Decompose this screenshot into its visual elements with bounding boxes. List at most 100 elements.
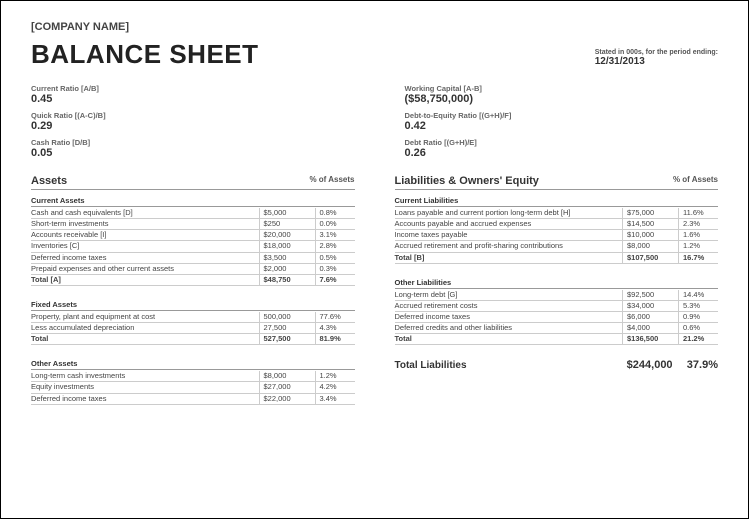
table-row: Prepaid expenses and other current asset… <box>31 264 355 275</box>
row-label: Equity investments <box>31 382 259 392</box>
row-value: $5,000 <box>259 208 315 218</box>
sub-block: Fixed AssetsProperty, plant and equipmen… <box>31 300 355 345</box>
table-row: Long-term debt [G]$92,50014.4% <box>395 290 719 301</box>
row-value: $3,500 <box>259 253 315 263</box>
sub-block: Other LiabilitiesLong-term debt [G]$92,5… <box>395 278 719 346</box>
ratio-value: 0.29 <box>31 120 345 132</box>
row-value: $136,500 <box>622 334 678 344</box>
sub-title: Current Liabilities <box>395 196 719 207</box>
row-value: $48,750 <box>259 275 315 285</box>
ratios-section: Current Ratio [A/B]0.45 Quick Ratio [(A-C… <box>31 84 718 165</box>
ratios-left: Current Ratio [A/B]0.45 Quick Ratio [(A-C… <box>31 84 345 165</box>
row-pct: 0.3% <box>315 264 355 274</box>
ratio-label: Cash Ratio [D/B] <box>31 138 345 147</box>
row-label: Total [B] <box>395 253 623 263</box>
row-value: $250 <box>259 219 315 229</box>
row-value: $107,500 <box>622 253 678 263</box>
row-label: Inventories [C] <box>31 241 259 251</box>
row-pct: 2.3% <box>678 219 718 229</box>
row-pct: 1.6% <box>678 230 718 240</box>
ratio-label: Debt Ratio [(G+H)/E] <box>405 138 719 147</box>
page-title: BALANCE SHEET <box>31 39 259 70</box>
sub-title: Other Assets <box>31 359 355 370</box>
row-label: Cash and cash equivalents [D] <box>31 208 259 218</box>
row-value: 27,500 <box>259 323 315 333</box>
header: [COMPANY NAME] BALANCE SHEET Stated in 0… <box>31 21 718 70</box>
sub-title: Fixed Assets <box>31 300 355 311</box>
table-row: Long-term cash investments$8,0001.2% <box>31 371 355 382</box>
table-row: Short-term investments$2500.0% <box>31 219 355 230</box>
table-row: Total [B]$107,50016.7% <box>395 253 719 264</box>
table-row: Deferred income taxes$3,5000.5% <box>31 253 355 264</box>
liabilities-groups: Current LiabilitiesLoans payable and cur… <box>395 196 719 345</box>
row-label: Deferred income taxes <box>31 394 259 404</box>
table-row: Cash and cash equivalents [D]$5,0000.8% <box>31 208 355 219</box>
row-label: Income taxes payable <box>395 230 623 240</box>
row-pct: 16.7% <box>678 253 718 263</box>
row-label: Accrued retirement and profit-sharing co… <box>395 241 623 251</box>
company-name: [COMPANY NAME] <box>31 21 259 33</box>
ratio-label: Working Capital [A-B] <box>405 84 719 93</box>
row-pct: 21.2% <box>678 334 718 344</box>
table-row: Total$136,50021.2% <box>395 334 719 345</box>
row-pct: 1.2% <box>678 241 718 251</box>
table-row: Deferred income taxes$6,0000.9% <box>395 312 719 323</box>
sub-block: Current AssetsCash and cash equivalents … <box>31 196 355 286</box>
sub-block: Current LiabilitiesLoans payable and cur… <box>395 196 719 264</box>
row-label: Short-term investments <box>31 219 259 229</box>
row-value: $22,000 <box>259 394 315 404</box>
row-pct: 0.0% <box>315 219 355 229</box>
row-label: Property, plant and equipment at cost <box>31 312 259 322</box>
row-label: Long-term debt [G] <box>395 290 623 300</box>
row-label: Deferred credits and other liabilities <box>395 323 623 333</box>
row-pct: 1.2% <box>315 371 355 381</box>
row-value: $20,000 <box>259 230 315 240</box>
table-row: Accounts receivable [I]$20,0003.1% <box>31 230 355 241</box>
liabilities-pct-header: % of Assets <box>673 175 718 187</box>
table-row: Income taxes payable$10,0001.6% <box>395 230 719 241</box>
row-pct: 81.9% <box>315 334 355 344</box>
ratio-value: 0.45 <box>31 93 345 105</box>
ratio-value: ($58,750,000) <box>405 93 719 105</box>
row-value: $18,000 <box>259 241 315 251</box>
row-pct: 2.8% <box>315 241 355 251</box>
ratio-label: Debt-to-Equity Ratio [(G+H)/F] <box>405 111 719 120</box>
row-pct: 0.5% <box>315 253 355 263</box>
ratio-value: 0.26 <box>405 147 719 159</box>
ratio-value: 0.05 <box>31 147 345 159</box>
row-pct: 4.2% <box>315 382 355 392</box>
row-pct: 0.8% <box>315 208 355 218</box>
ratio-item: Debt-to-Equity Ratio [(G+H)/F]0.42 <box>405 111 719 132</box>
balance-columns: Assets % of Assets Current AssetsCash an… <box>31 175 718 419</box>
row-value: 527,500 <box>259 334 315 344</box>
total-liabilities-value: $244,000 <box>627 359 673 371</box>
row-label: Loans payable and current portion long-t… <box>395 208 623 218</box>
row-label: Total [A] <box>31 275 259 285</box>
row-label: Prepaid expenses and other current asset… <box>31 264 259 274</box>
table-row: Property, plant and equipment at cost500… <box>31 312 355 323</box>
sub-block: Other AssetsLong-term cash investments$8… <box>31 359 355 404</box>
table-row: Equity investments$27,0004.2% <box>31 382 355 393</box>
row-value: $2,000 <box>259 264 315 274</box>
row-value: $10,000 <box>622 230 678 240</box>
row-label: Total <box>395 334 623 344</box>
assets-pct-header: % of Assets <box>309 175 354 187</box>
ratio-label: Quick Ratio [(A-C)/B] <box>31 111 345 120</box>
sub-title: Current Assets <box>31 196 355 207</box>
row-pct: 3.1% <box>315 230 355 240</box>
period-label: Stated in 000s, for the period ending: <box>595 49 718 56</box>
row-value: $34,000 <box>622 301 678 311</box>
row-pct: 3.4% <box>315 394 355 404</box>
row-pct: 14.4% <box>678 290 718 300</box>
row-label: Deferred income taxes <box>31 253 259 263</box>
row-value: $75,000 <box>622 208 678 218</box>
row-pct: 5.3% <box>678 301 718 311</box>
table-row: Deferred credits and other liabilities$4… <box>395 323 719 334</box>
total-liabilities-values: $244,000 37.9% <box>627 359 718 371</box>
header-left: [COMPANY NAME] BALANCE SHEET <box>31 21 259 70</box>
row-value: $4,000 <box>622 323 678 333</box>
ratio-item: Current Ratio [A/B]0.45 <box>31 84 345 105</box>
row-label: Less accumulated depreciation <box>31 323 259 333</box>
ratio-label: Current Ratio [A/B] <box>31 84 345 93</box>
row-pct: 4.3% <box>315 323 355 333</box>
